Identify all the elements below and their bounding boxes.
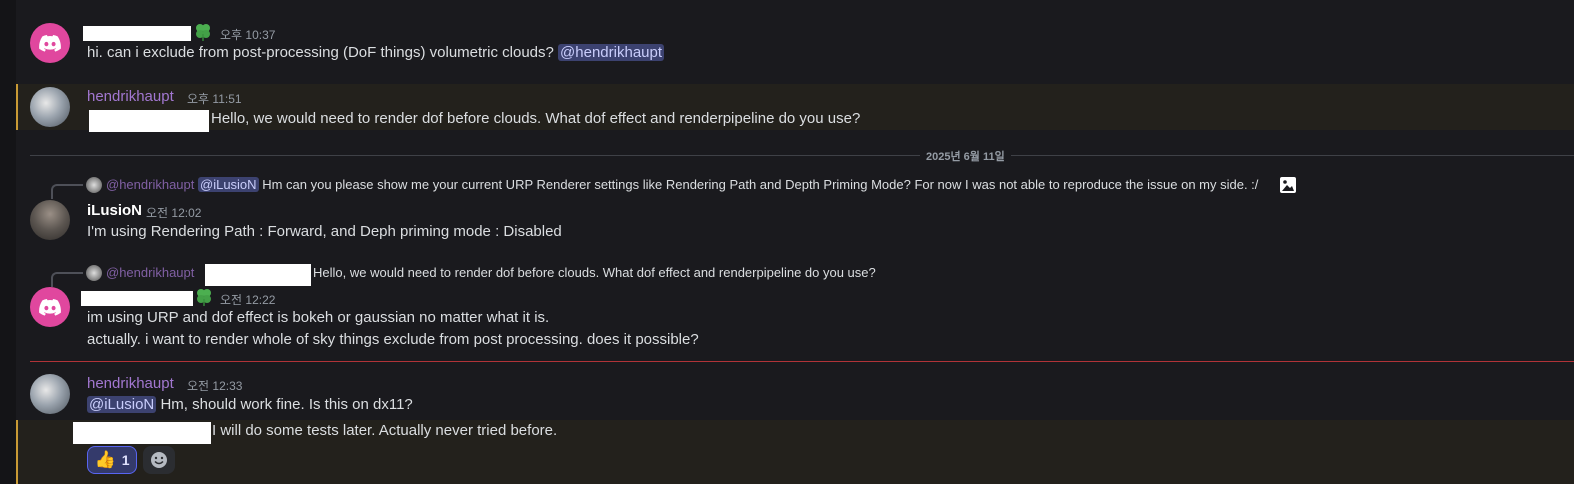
reply-text: Hm can you please show me your current U… bbox=[262, 177, 1259, 192]
reply-text[interactable]: Hello, we would need to render dof befor… bbox=[313, 265, 876, 280]
message-text: Hello, we would need to render dof befor… bbox=[211, 110, 861, 127]
new-messages-divider bbox=[30, 361, 1574, 362]
redacted-mention bbox=[89, 110, 209, 132]
date-divider: 2025년 6월 11일 bbox=[920, 148, 1011, 164]
message-content: @iLusioN Hm, should work fine. Is this o… bbox=[87, 396, 413, 413]
redacted-username bbox=[83, 26, 191, 41]
username[interactable]: hendrikhaupt bbox=[87, 88, 174, 105]
message-text: hi. can i exclude from post-processing (… bbox=[87, 44, 554, 61]
timestamp: 오후 11:51 bbox=[187, 92, 242, 106]
avatar[interactable] bbox=[30, 87, 70, 127]
message-text-line-1: im using URP and dof effect is bokeh or … bbox=[87, 309, 550, 326]
mention-ilusion[interactable]: @iLusioN bbox=[87, 396, 157, 413]
avatar[interactable] bbox=[30, 287, 70, 327]
reply-connector bbox=[51, 184, 83, 199]
timestamp: 오전 12:33 bbox=[187, 379, 243, 393]
reply-mention[interactable]: @iLusioN bbox=[198, 177, 259, 192]
reply-connector bbox=[51, 272, 83, 287]
reply-author[interactable]: @hendrikhaupt bbox=[106, 177, 194, 192]
clover-badge-icon bbox=[197, 289, 211, 306]
thumbs-up-icon: 👍 bbox=[94, 450, 116, 469]
reply-avatar bbox=[86, 265, 102, 281]
reply-preview[interactable]: @hendrikhaupt @iLusioN Hm can you please… bbox=[106, 177, 1258, 192]
date-divider-line bbox=[30, 155, 1574, 156]
message-content: hi. can i exclude from post-processing (… bbox=[87, 44, 665, 61]
message-text: Hm, should work fine. Is this on dx11? bbox=[160, 396, 413, 413]
reply-avatar bbox=[86, 177, 102, 193]
reaction-thumbs-up[interactable]: 👍 1 bbox=[87, 446, 137, 474]
discord-logo-icon bbox=[39, 298, 61, 316]
clover-badge-icon bbox=[196, 24, 210, 41]
username[interactable]: iLusioN bbox=[87, 202, 142, 219]
add-reaction-icon bbox=[151, 452, 167, 468]
timestamp: 오전 12:22 bbox=[220, 293, 276, 307]
left-edge bbox=[0, 0, 16, 484]
avatar[interactable] bbox=[30, 374, 70, 414]
message-text: I'm using Rendering Path : Forward, and … bbox=[87, 223, 562, 240]
redacted-mention bbox=[73, 422, 211, 444]
avatar[interactable] bbox=[30, 200, 70, 240]
discord-logo-icon bbox=[39, 34, 61, 52]
timestamp: 오전 12:02 bbox=[146, 206, 202, 220]
avatar[interactable] bbox=[30, 23, 70, 63]
timestamp: 오후 10:37 bbox=[220, 28, 276, 42]
mention-hendrikhaupt[interactable]: @hendrikhaupt bbox=[558, 44, 665, 61]
reply-author[interactable]: @hendrikhaupt bbox=[106, 265, 194, 280]
username[interactable]: hendrikhaupt bbox=[87, 375, 174, 392]
image-attachment-icon[interactable] bbox=[1279, 176, 1297, 194]
add-reaction-button[interactable] bbox=[143, 446, 175, 474]
message-text: I will do some tests later. Actually nev… bbox=[212, 422, 558, 439]
redacted-mention bbox=[205, 264, 311, 286]
message-text-line-2: actually. i want to render whole of sky … bbox=[87, 331, 699, 348]
redacted-username bbox=[81, 291, 193, 306]
reaction-count: 1 bbox=[121, 452, 130, 468]
